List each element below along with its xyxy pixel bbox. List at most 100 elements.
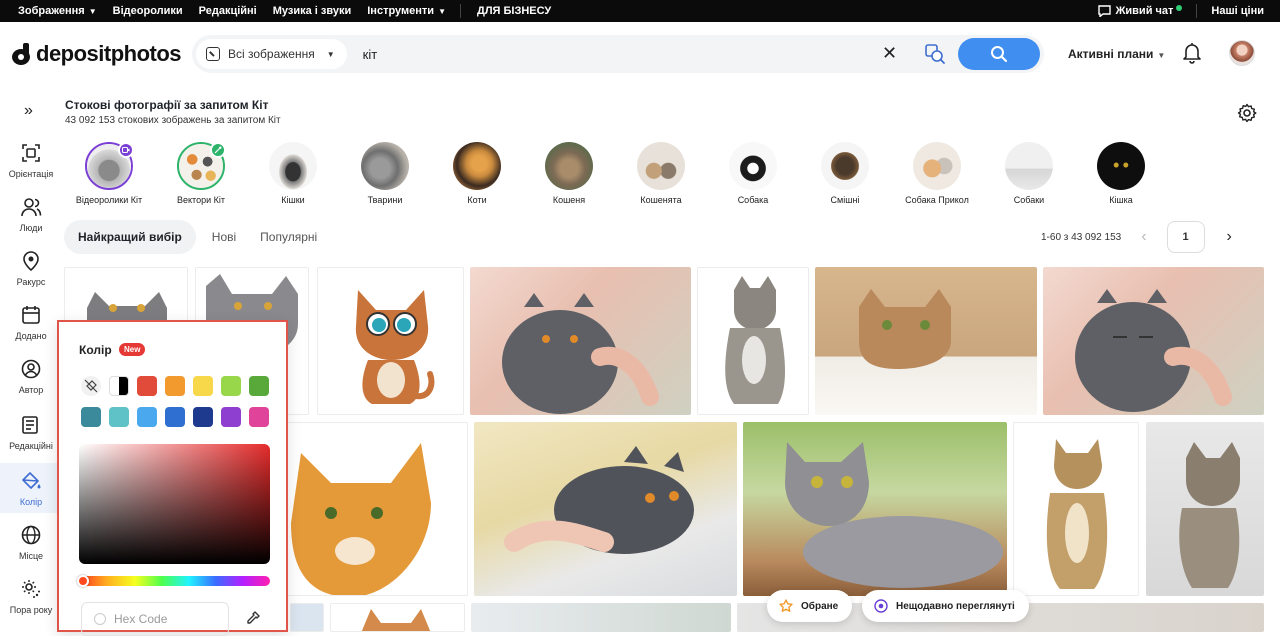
color-swatch-cyan[interactable] [109, 407, 129, 427]
chip-vectors-cat[interactable]: Вектори Кіт [159, 142, 243, 205]
eyedropper-icon[interactable] [245, 610, 261, 626]
search-bar: Всі зображення ▼ ✕ [192, 35, 1044, 73]
sidebar-item-color[interactable]: Колір [0, 463, 62, 513]
gear-icon[interactable] [1237, 103, 1257, 123]
nav-business-label: ДЛЯ БІЗНЕСУ [476, 5, 552, 17]
tab-new[interactable]: Нові [212, 230, 236, 244]
chip-related[interactable]: Смішні [803, 142, 887, 205]
clear-search-icon[interactable]: ✕ [882, 44, 897, 62]
color-swatch-purple[interactable] [221, 407, 241, 427]
color-swatch-yellow[interactable] [193, 376, 213, 396]
chevron-down-icon: ▼ [326, 49, 335, 59]
sidebar-item-label: Пора року [9, 605, 53, 615]
chip-related[interactable]: Кошенята [619, 142, 703, 205]
nav-music[interactable]: Музика і звуки [273, 5, 352, 17]
sidebar-item-orientation[interactable]: Орієнтація [0, 142, 62, 179]
hex-code-field[interactable]: Hex Code [81, 602, 229, 636]
sidebar-item-label: Додано [15, 331, 47, 341]
content-type-select[interactable]: Всі зображення ▼ [196, 39, 347, 69]
sidebar-item-place[interactable]: Місце [0, 524, 62, 561]
chevron-right-icon[interactable]: › [1227, 228, 1232, 246]
chip-videos-cat[interactable]: Відеоролики Кіт [67, 142, 151, 205]
tab-popular[interactable]: Популярні [260, 230, 317, 244]
chip-thumbnail [361, 142, 409, 190]
live-chat-label: Живий чат [1115, 5, 1174, 17]
orientation-icon [20, 142, 42, 164]
visual-search-icon[interactable] [924, 43, 946, 65]
chip-related[interactable]: Собака Прикол [895, 142, 979, 205]
image-tile[interactable] [743, 422, 1007, 596]
color-swatch-light-blue[interactable] [137, 407, 157, 427]
hue-slider[interactable] [77, 575, 270, 587]
chat-icon [1098, 5, 1112, 17]
nav-videos[interactable]: Відеоролики [113, 5, 183, 17]
nav-editorial[interactable]: Редакційні [199, 5, 257, 17]
sidebar-item-author[interactable]: Автор [0, 358, 62, 395]
color-swatch-light-green[interactable] [221, 376, 241, 396]
search-button[interactable] [958, 38, 1040, 70]
color-swatch-green[interactable] [249, 376, 269, 396]
image-tile[interactable] [290, 603, 324, 632]
chip-label: Кошеня [552, 195, 586, 205]
color-saturation-picker[interactable] [79, 444, 270, 564]
depositphotos-logo[interactable]: depositphotos [12, 41, 182, 67]
color-swatch-red[interactable] [137, 376, 157, 396]
color-swatch-black-white[interactable] [109, 376, 129, 396]
chip-related[interactable]: Кошеня [527, 142, 611, 205]
color-swatch-teal[interactable] [81, 407, 101, 427]
image-tile[interactable] [815, 267, 1037, 415]
nav-images[interactable]: Зображення ▼ [18, 5, 97, 17]
image-tile[interactable] [471, 603, 731, 632]
expand-sidebar-icon[interactable]: » [24, 102, 33, 120]
chip-label: Вектори Кіт [177, 195, 225, 205]
nav-right: Живий чат Наші ціни [1098, 4, 1280, 18]
image-tile[interactable] [470, 267, 691, 415]
hue-slider-knob[interactable] [77, 575, 89, 587]
sidebar-item-label: Люди [19, 223, 43, 233]
recently-viewed-button[interactable]: Нещодавно переглянуті [862, 590, 1029, 622]
active-plans-label: Активні плани [1068, 47, 1154, 61]
page-number-input[interactable]: 1 [1166, 221, 1205, 253]
image-tile[interactable] [697, 267, 809, 415]
nav-tools[interactable]: Інструменти ▼ [367, 5, 446, 17]
chip-related[interactable]: Собака [711, 142, 795, 205]
chip-related[interactable]: Коти [435, 142, 519, 205]
chevron-left-icon[interactable]: ‹ [1141, 228, 1146, 246]
color-swatch-navy[interactable] [193, 407, 213, 427]
image-tile[interactable] [1043, 267, 1264, 415]
image-tile[interactable] [474, 422, 737, 596]
sidebar-item-editorial[interactable]: Редакційні [0, 414, 62, 451]
logo-text: depositphotos [36, 41, 182, 66]
bell-icon[interactable] [1182, 42, 1202, 64]
tab-best-match[interactable]: Найкращий вибір [64, 220, 196, 254]
chip-related[interactable]: Кішки [251, 142, 335, 205]
favorites-button[interactable]: Обране [767, 590, 853, 622]
image-tile[interactable] [1146, 422, 1264, 596]
image-tile[interactable] [280, 422, 468, 596]
search-input[interactable] [362, 46, 883, 62]
no-color-swatch[interactable] [81, 376, 101, 396]
nav-business[interactable]: ДЛЯ БІЗНЕСУ [477, 5, 551, 17]
image-tile[interactable] [317, 267, 464, 415]
color-swatch-pink[interactable] [249, 407, 269, 427]
color-swatch-blue[interactable] [165, 407, 185, 427]
hex-code-placeholder: Hex Code [114, 612, 168, 626]
color-filter-panel: Колір New Hex Code [57, 320, 288, 636]
cartoon-cat-icon [361, 609, 431, 631]
user-avatar[interactable] [1229, 40, 1255, 66]
sidebar-item-people[interactable]: Люди [0, 196, 62, 233]
image-tile[interactable] [1013, 422, 1139, 596]
sidebar-item-season[interactable]: Пора року [0, 578, 62, 615]
sidebar-item-added[interactable]: Додано [0, 304, 62, 341]
live-chat-link[interactable]: Живий чат [1098, 5, 1183, 17]
sidebar-item-angle[interactable]: Ракурс [0, 250, 62, 287]
chip-related[interactable]: Собаки [987, 142, 1071, 205]
image-tile[interactable] [330, 603, 465, 632]
prices-link[interactable]: Наші ціни [1211, 5, 1264, 17]
color-swatch-orange[interactable] [165, 376, 185, 396]
chip-related[interactable]: Тварини [343, 142, 427, 205]
chevron-down-icon: ▼ [438, 6, 446, 16]
active-plans-menu[interactable]: Активні плани ▼ [1068, 47, 1165, 61]
chip-related[interactable]: Кішка [1079, 142, 1163, 205]
cartoon-cat-icon [355, 290, 435, 404]
